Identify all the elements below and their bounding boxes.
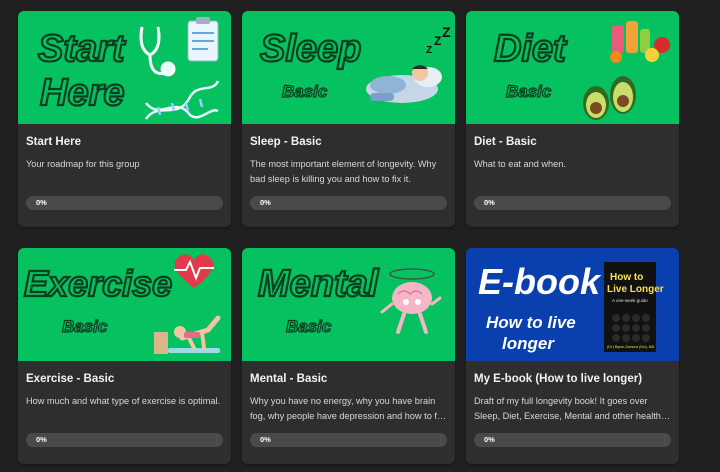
dizzy-brain-icon <box>380 268 442 334</box>
thumb-subtitle: Basic <box>62 317 108 336</box>
stethoscope-icon <box>139 26 176 77</box>
thumb-title: Sleep <box>260 28 361 70</box>
course-thumbnail[interactable]: Start Here <box>18 11 231 124</box>
course-description: Why you have no energy, why you have bra… <box>250 396 444 421</box>
course-description: What to eat and when. <box>474 159 566 169</box>
thumb-title-line-2: Here <box>40 72 125 114</box>
svg-text:Z: Z <box>434 34 441 48</box>
progress-label: 0% <box>260 198 271 207</box>
avocado-icon <box>583 76 636 120</box>
course-description: Draft of my full longevity book! It goes… <box>474 396 661 421</box>
sleeping-person-icon <box>366 65 442 103</box>
course-description: Your roadmap for this group <box>26 159 140 169</box>
thumb-title: E-book <box>478 261 602 302</box>
mental-artwork: Mental Basic <box>257 262 442 337</box>
course-card-ebook[interactable]: E-book How to live longer How to Live Lo… <box>466 248 679 464</box>
course-card-diet[interactable]: Diet Basic Diet - Basic What to eat and … <box>466 11 679 227</box>
exercise-artwork: Exercise Basic <box>23 254 221 354</box>
thumb-subtitle: Basic <box>506 82 552 101</box>
svg-text:Z: Z <box>442 24 451 40</box>
course-title[interactable]: My E-book (How to live longer) <box>474 373 642 385</box>
progress-label: 0% <box>260 435 271 444</box>
diet-artwork: Diet Basic <box>493 21 670 120</box>
course-card-mental[interactable]: Mental Basic Mental - Basic Why you have… <box>242 248 455 464</box>
svg-text:A one-week guide: A one-week guide <box>612 298 648 303</box>
course-thumbnail[interactable]: E-book How to live longer How to Live Lo… <box>466 248 679 361</box>
start-here-artwork: Start Here <box>37 17 220 120</box>
heart-rate-icon <box>174 254 214 288</box>
course-description: The most important element of longevity.… <box>250 159 437 184</box>
progress-bar: 0% <box>250 196 447 210</box>
thumb-title: Diet <box>494 28 567 70</box>
svg-text:How to live: How to live <box>486 313 576 332</box>
sleep-artwork: Sleep Basic Z Z Z <box>259 24 451 103</box>
dna-icon <box>144 80 220 120</box>
progress-bar: 0% <box>26 433 223 447</box>
course-card-sleep[interactable]: Sleep Basic Z Z Z Sleep - Basic The most… <box>242 11 455 227</box>
svg-text:(Dr.) Byron Zamora (Cm), MD: (Dr.) Byron Zamora (Cm), MD <box>607 345 655 349</box>
thumb-title: Mental <box>258 263 380 305</box>
progress-label: 0% <box>36 198 47 207</box>
course-description: How much and what type of exercise is op… <box>26 396 221 406</box>
thumb-title-line-1: Start <box>38 28 126 70</box>
course-title[interactable]: Mental - Basic <box>250 373 327 385</box>
svg-text:Z: Z <box>426 45 432 56</box>
svg-text:Live Longer: Live Longer <box>607 284 664 295</box>
progress-bar: 0% <box>26 196 223 210</box>
progress-bar: 0% <box>474 433 671 447</box>
course-card-start-here[interactable]: Start Here Start Here Your roadmap for t… <box>18 11 231 227</box>
svg-text:How to: How to <box>610 272 643 283</box>
book-cover-icon: How to Live Longer A one-week guide (Dr.… <box>604 262 664 352</box>
clipboard-icon <box>187 17 219 62</box>
course-title[interactable]: Start Here <box>26 136 81 148</box>
course-title[interactable]: Sleep - Basic <box>250 136 322 148</box>
course-title[interactable]: Diet - Basic <box>474 136 537 148</box>
thumb-title: Exercise <box>24 263 172 304</box>
progress-label: 0% <box>36 435 47 444</box>
svg-text:longer: longer <box>502 334 555 353</box>
progress-bar: 0% <box>474 196 671 210</box>
thumb-subtitle: Basic <box>282 82 328 101</box>
fruit-juice-icon <box>610 21 670 63</box>
progress-label: 0% <box>484 435 495 444</box>
course-thumbnail[interactable]: Exercise Basic <box>18 248 231 361</box>
thumb-subtitle: Basic <box>286 317 332 336</box>
course-thumbnail[interactable]: Diet Basic <box>466 11 679 124</box>
course-thumbnail[interactable]: Mental Basic <box>242 248 455 361</box>
thumb-subtitle: How to live longer <box>486 313 576 353</box>
course-card-exercise[interactable]: Exercise Basic Exercise - Basic How much… <box>18 248 231 464</box>
woman-exercising-icon <box>154 315 221 354</box>
progress-label: 0% <box>484 198 495 207</box>
progress-bar: 0% <box>250 433 447 447</box>
zzz-icon: Z Z Z <box>426 24 451 56</box>
ebook-artwork: E-book How to live longer How to Live Lo… <box>478 261 664 353</box>
course-thumbnail[interactable]: Sleep Basic Z Z Z <box>242 11 455 124</box>
course-title[interactable]: Exercise - Basic <box>26 373 114 385</box>
